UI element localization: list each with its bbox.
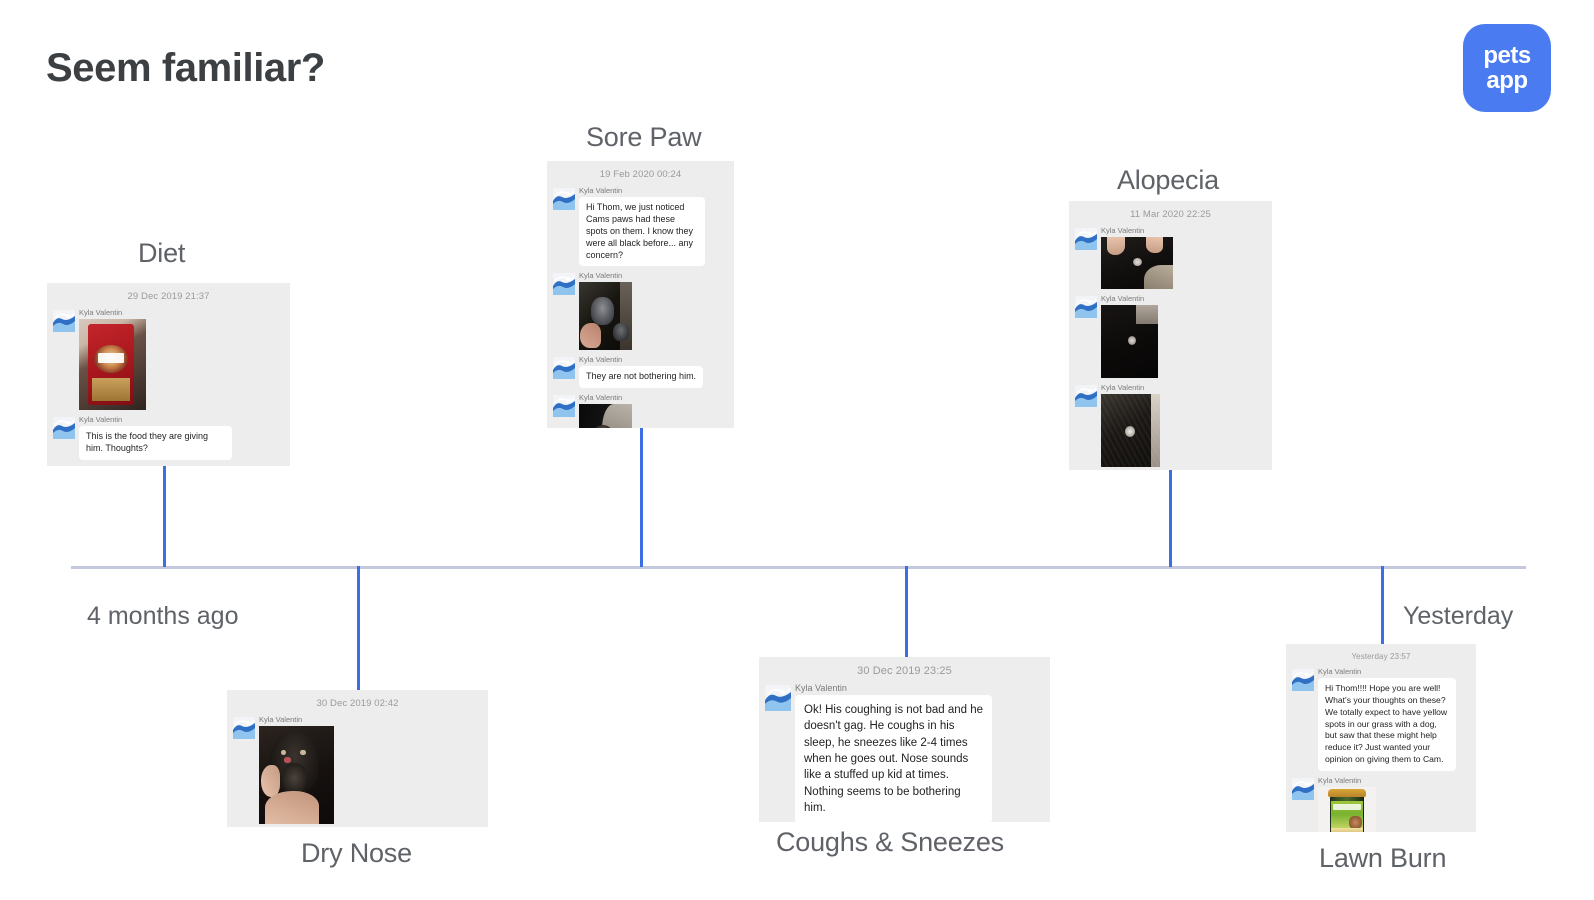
event-title-dry-nose: Dry Nose [301,838,412,868]
avatar [53,417,75,439]
message-sender: Kyla Valentin [79,308,123,317]
chat-message: Kyla Valentin Ok! His coughing is not ba… [765,683,1044,822]
message-sender: Kyla Valentin [259,715,303,724]
chat-message: Kyla Valentin This is the food they are … [53,415,284,460]
message-photo-bald-spot-2[interactable] [1101,305,1158,378]
timeline-connector-lawn-burn [1381,566,1384,644]
message-photo-paw-blanket[interactable] [579,404,632,428]
chat-message: Kyla Valentin [53,308,284,410]
event-title-lawn-burn: Lawn Burn [1319,843,1447,873]
wave-avatar-icon [553,357,575,380]
logo-line-pets: pets [1483,41,1531,69]
chat-message: Kyla Valentin [233,715,482,824]
chat-card-alopecia[interactable]: 11 Mar 2020 22:25 Kyla Valentin Kyla Val… [1069,201,1272,470]
message-bubble[interactable]: This is the food they are giving him. Th… [79,426,232,460]
wave-avatar-icon [553,395,575,418]
chat-card-dry-nose[interactable]: 30 Dec 2019 02:42 Kyla Valentin [227,690,488,827]
timeline-connector-sore-paw [640,428,643,567]
wave-avatar-icon [1292,669,1314,691]
chat-message: Kyla Valentin [1292,776,1470,832]
message-sender: Kyla Valentin [1101,383,1145,392]
timeline-connector-diet [163,466,166,567]
message-photo-dog-face[interactable] [259,726,334,824]
avatar [553,188,575,210]
chat-message: Kyla Valentin Hi Thom!!!! Hope you are w… [1292,667,1470,772]
avatar [1292,669,1314,691]
avatar [765,685,791,711]
timeline-start-label: 4 months ago [87,602,239,630]
card-timestamp: 30 Dec 2019 23:25 [857,665,952,677]
message-bubble[interactable]: Hi Thom, we just noticed Cams paws had t… [579,197,705,267]
message-sender: Kyla Valentin [79,415,123,424]
avatar [1292,778,1314,801]
card-timestamp: 30 Dec 2019 02:42 [316,698,399,709]
avatar [1075,296,1097,318]
chat-message: Kyla Valentin [553,393,728,428]
wave-avatar-icon [1292,778,1314,801]
chat-message: Kyla Valentin [553,271,728,351]
message-sender: Kyla Valentin [795,683,847,693]
wave-avatar-icon [765,685,791,711]
message-sender: Kyla Valentin [579,271,623,281]
card-timestamp: Yesterday 23:57 [1351,652,1411,661]
chat-message: Kyla Valentin [1075,226,1266,289]
avatar [1075,228,1097,250]
petsapp-logo: pets app [1463,24,1551,112]
message-sender: Kyla Valentin [1101,226,1145,235]
message-sender: Kyla Valentin [579,186,623,195]
card-timestamp: 19 Feb 2020 00:24 [599,169,682,180]
event-title-diet: Diet [138,238,186,268]
chat-card-diet[interactable]: 29 Dec 2019 21:37 Kyla Valentin Kyla Val… [47,283,290,466]
avatar [553,395,575,418]
chat-message: Kyla Valentin [1075,294,1266,378]
event-title-sore-paw: Sore Paw [586,122,702,152]
chat-card-lawn-burn[interactable]: Yesterday 23:57 Kyla Valentin Hi Thom!!!… [1286,644,1476,832]
message-sender: Kyla Valentin [579,393,623,403]
card-timestamp: 29 Dec 2019 21:37 [127,291,210,302]
avatar [1075,385,1097,407]
timeline-connector-dry-nose [357,566,360,690]
page-title: Seem familiar? [46,46,325,90]
message-sender: Kyla Valentin [1318,667,1362,676]
avatar [53,310,75,332]
wave-avatar-icon [233,717,255,739]
chat-card-sore-paw[interactable]: 19 Feb 2020 00:24 Kyla Valentin Hi Thom,… [547,161,734,428]
message-photo-grass-saver-jar[interactable] [1318,787,1376,832]
wave-avatar-icon [553,273,575,296]
wave-avatar-icon [1075,296,1097,318]
message-sender: Kyla Valentin [1101,294,1145,303]
wave-avatar-icon [553,188,575,210]
event-title-coughs-sneezes: Coughs & Sneezes [776,827,1004,857]
message-sender: Kyla Valentin [1318,776,1362,786]
avatar [553,357,575,380]
message-photo-bald-spot-1[interactable] [1101,237,1173,289]
timeline-connector-coughs-sneezes [905,566,908,658]
message-photo-paw-pad[interactable] [579,282,632,351]
message-photo-purina-one-bag[interactable] [79,319,146,410]
message-bubble[interactable]: Hi Thom!!!! Hope you are well! What's yo… [1318,678,1456,772]
avatar [233,717,255,739]
timeline-connector-alopecia [1169,470,1172,567]
wave-avatar-icon [1075,385,1097,407]
logo-line-app: app [1486,66,1528,94]
chat-message: Kyla Valentin [1075,383,1266,467]
chat-message: Kyla Valentin Hi Thom, we just noticed C… [553,186,728,267]
wave-avatar-icon [53,310,75,332]
chat-message: Kyla Valentin They are not bothering him… [553,355,728,389]
timeline-end-label: Yesterday [1403,602,1514,630]
timeline-axis [71,566,1526,569]
event-title-alopecia: Alopecia [1117,165,1219,195]
message-bubble[interactable]: Ok! His coughing is not bad and he doesn… [795,695,992,822]
message-bubble[interactable]: They are not bothering him. [579,366,704,389]
wave-avatar-icon [1075,228,1097,250]
card-timestamp: 11 Mar 2020 22:25 [1130,209,1211,220]
message-sender: Kyla Valentin [579,355,623,365]
message-photo-bald-spot-3[interactable] [1101,394,1160,467]
avatar [553,273,575,296]
wave-avatar-icon [53,417,75,439]
chat-card-coughs-sneezes[interactable]: 30 Dec 2019 23:25 Kyla Valentin Ok! His … [759,657,1050,822]
